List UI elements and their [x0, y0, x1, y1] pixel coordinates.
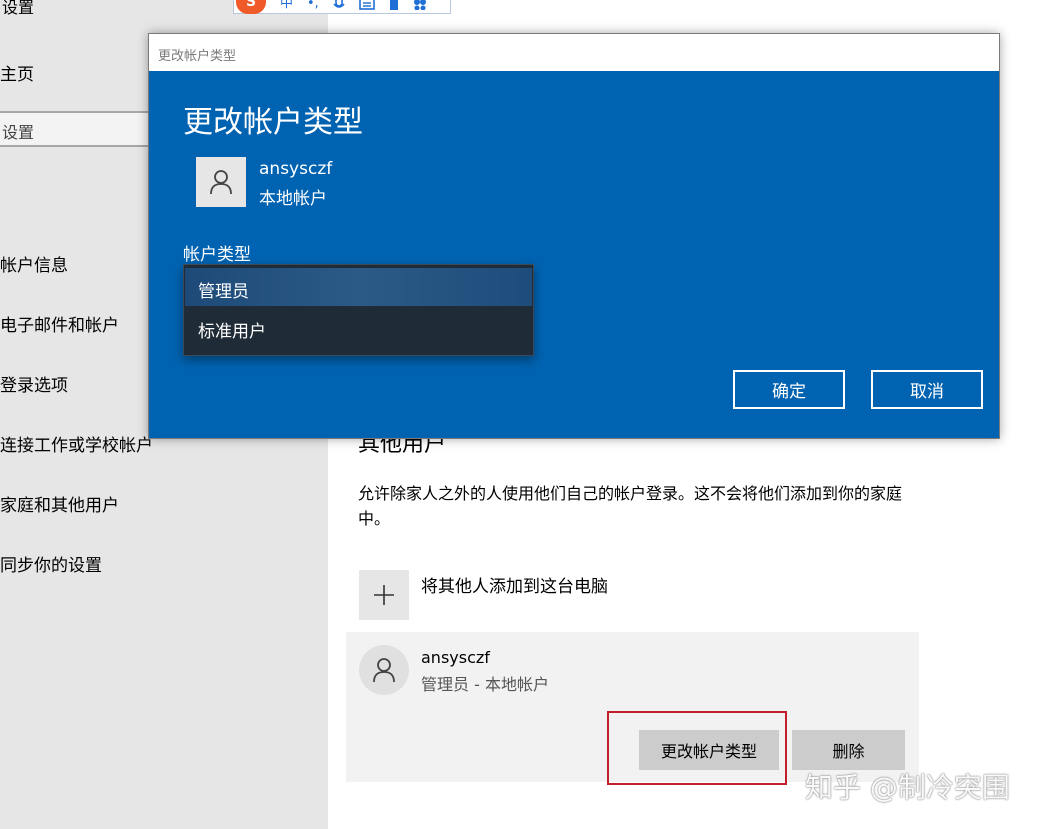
delete-user-button[interactable]: 删除: [792, 730, 905, 770]
sidebar-item-family-users[interactable]: 家庭和其他用户: [0, 491, 119, 516]
user-role: 管理员 - 本地帐户: [421, 675, 549, 694]
sidebar-title: 设置: [2, 0, 35, 17]
dialog-username: ansysczf: [259, 159, 333, 179]
ime-toolbar: S 中 •,: [233, 0, 451, 14]
account-type-dropdown[interactable]: 管理员 标准用户: [183, 264, 534, 356]
add-user-button[interactable]: [359, 570, 409, 620]
dialog-avatar: [196, 157, 246, 207]
settings-window: 设置 主页 设置 帐户信息 电子邮件和帐户 登录选项 连接工作或学校帐户 家庭和…: [0, 0, 1053, 829]
sidebar-item-email-accounts[interactable]: 电子邮件和帐户: [0, 311, 119, 336]
sidebar-item-work-school[interactable]: 连接工作或学校帐户: [0, 431, 153, 456]
user-name: ansysczf: [421, 648, 490, 667]
shirt-icon[interactable]: [389, 0, 399, 10]
ime-punctuation[interactable]: •,: [307, 0, 319, 11]
change-account-type-dialog: 更改帐户类型 更改帐户类型 ansysczf 本地帐户 帐户类型 管理员 标准用…: [148, 33, 1000, 439]
dialog-heading: 更改帐户类型: [183, 105, 363, 140]
ok-button[interactable]: 确定: [733, 370, 845, 409]
dialog-account-kind: 本地帐户: [259, 189, 327, 209]
person-icon: [373, 658, 395, 683]
user-card[interactable]: ansysczf 管理员 - 本地帐户 更改帐户类型 删除: [346, 632, 919, 782]
account-type-label: 帐户类型: [183, 245, 251, 265]
cancel-button[interactable]: 取消: [871, 370, 983, 409]
sidebar-item-home[interactable]: 主页: [0, 60, 34, 85]
search-input[interactable]: 设置: [0, 111, 156, 147]
sidebar-item-sign-in-options[interactable]: 登录选项: [0, 371, 68, 396]
sidebar-item-sync-settings[interactable]: 同步你的设置: [0, 551, 102, 576]
ime-logo-icon[interactable]: S: [236, 0, 266, 14]
dialog-titlebar: 更改帐户类型: [149, 34, 999, 71]
apps-icon[interactable]: [413, 0, 427, 10]
person-icon: [210, 170, 232, 195]
sidebar-item-account-info[interactable]: 帐户信息: [0, 251, 68, 276]
keyboard-icon[interactable]: [359, 0, 375, 10]
watermark: 知乎 @制冷突围: [805, 771, 1010, 804]
avatar: [359, 645, 409, 695]
option-standard-user[interactable]: 标准用户: [185, 308, 532, 346]
add-user-label[interactable]: 将其他人添加到这台电脑: [421, 572, 608, 597]
change-account-type-button[interactable]: 更改帐户类型: [639, 730, 779, 770]
other-users-description: 允许除家人之外的人使用他们自己的帐户登录。这不会将他们添加到你的家庭中。: [358, 484, 903, 528]
mic-icon[interactable]: [333, 0, 345, 11]
ime-chinese-mode[interactable]: 中: [280, 0, 293, 11]
option-administrator[interactable]: 管理员: [185, 268, 532, 306]
plus-icon: [374, 585, 394, 605]
